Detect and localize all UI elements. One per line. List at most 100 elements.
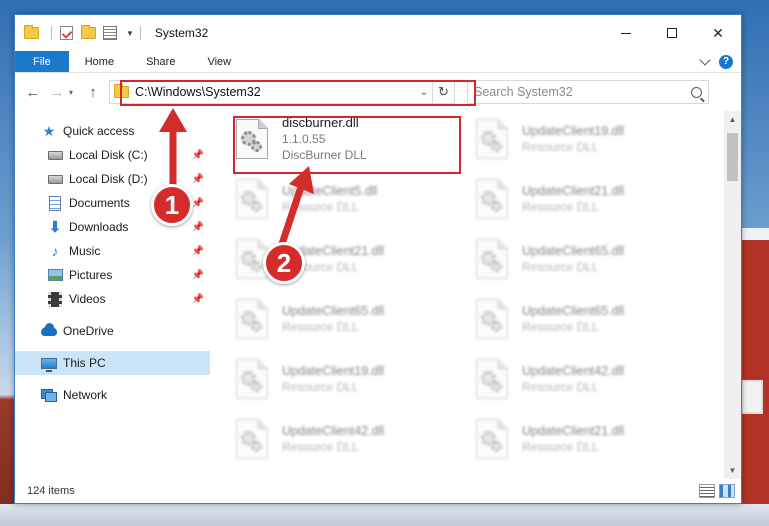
pin-icon[interactable]: 📌 <box>192 198 204 209</box>
sidebar-item-videos[interactable]: Videos 📌 <box>15 287 210 311</box>
refresh-button[interactable]: ↻ <box>432 81 454 103</box>
sidebar-item-label: This PC <box>63 356 106 370</box>
forward-button[interactable]: → <box>45 80 69 104</box>
scrollbar-thumb[interactable] <box>727 133 738 181</box>
file-grid: discburner.dll 1.1.0.55 DiscBurner DLL U… <box>232 115 741 463</box>
tab-file[interactable]: File <box>15 51 69 72</box>
address-dropdown-icon[interactable]: ⌄ <box>416 87 432 98</box>
explorer-window: ▼ System32 ✕ File Home Share View ? ← → … <box>14 14 742 504</box>
sidebar-item-onedrive[interactable]: OneDrive <box>15 319 210 343</box>
vertical-scrollbar[interactable]: ▲ ▼ <box>724 111 741 479</box>
file-item[interactable]: UpdateClient42.dll Resource DLL <box>232 415 472 463</box>
file-description: Resource DLL <box>522 380 599 394</box>
tab-home[interactable]: Home <box>69 51 130 72</box>
downloads-icon: ⬇ <box>48 219 62 236</box>
dll-file-icon <box>236 299 268 339</box>
up-button[interactable]: ↑ <box>81 80 105 104</box>
file-item[interactable]: UpdateClient19.dll Resource DLL <box>232 355 472 403</box>
videos-icon <box>47 291 63 307</box>
documents-icon <box>47 195 63 211</box>
star-icon: ★ <box>42 122 56 139</box>
address-path[interactable]: C:\Windows\System32 <box>135 85 261 99</box>
sidebar-item-label: Documents <box>69 196 130 210</box>
step-1-badge: 1 <box>151 184 193 226</box>
file-name: UpdateClient21.dll <box>522 424 625 438</box>
dll-file-icon <box>476 179 508 219</box>
help-icon[interactable]: ? <box>719 54 733 69</box>
address-bar[interactable]: C:\Windows\System32 ⌄ ↻ <box>109 80 455 104</box>
maximize-button[interactable] <box>649 15 695 51</box>
file-description: Resource DLL <box>282 320 359 334</box>
sidebar-item-network[interactable]: Network <box>15 383 210 407</box>
sidebar-item-this-pc[interactable]: This PC <box>15 351 210 375</box>
file-description: Resource DLL <box>522 320 599 334</box>
search-icon[interactable] <box>691 86 702 98</box>
pin-icon[interactable]: 📌 <box>192 174 204 185</box>
properties-icon[interactable] <box>102 25 118 41</box>
file-item[interactable]: UpdateClient19.dll Resource DLL <box>472 115 712 163</box>
pin-icon[interactable]: 📌 <box>192 150 204 161</box>
quick-access-separator <box>51 26 52 40</box>
file-item[interactable]: UpdateClient65.dll Resource DLL <box>472 235 712 283</box>
large-icons-view-icon[interactable] <box>719 484 735 498</box>
explorer-body: ★ Quick access Local Disk (C:) 📌 Local D… <box>15 111 741 479</box>
file-item[interactable]: UpdateClient5.dll Resource DLL <box>232 175 472 223</box>
address-folder-icon <box>114 84 129 98</box>
file-description: Resource DLL <box>522 260 599 274</box>
navigation-bar: ← → ▾ ↑ C:\Windows\System32 ⌄ ↻ <box>15 73 741 111</box>
close-button[interactable]: ✕ <box>695 15 741 51</box>
new-folder-icon[interactable] <box>80 25 96 41</box>
drive-icon <box>47 171 63 187</box>
tab-view[interactable]: View <box>191 51 247 72</box>
file-version: 1.1.0.55 <box>282 132 326 146</box>
customize-quick-access-dropdown-icon[interactable]: ▼ <box>126 29 134 38</box>
sidebar-item-label: Music <box>69 244 101 258</box>
expand-ribbon-chevron-icon[interactable] <box>699 53 711 66</box>
sidebar-item-music[interactable]: ♪ Music 📌 <box>15 239 210 263</box>
scroll-up-arrow-icon[interactable]: ▲ <box>724 111 741 128</box>
file-name: UpdateClient42.dll <box>282 424 385 438</box>
file-name: UpdateClient42.dll <box>522 364 625 378</box>
file-name: UpdateClient21.dll <box>522 184 625 198</box>
minimize-icon <box>621 32 631 34</box>
file-description: Resource DLL <box>522 440 599 454</box>
desktop-snow <box>0 504 769 526</box>
title-bar[interactable]: ▼ System32 ✕ <box>15 15 741 51</box>
status-bar: 124 items <box>15 479 741 503</box>
maximize-icon <box>667 28 677 38</box>
this-pc-icon <box>41 355 57 372</box>
file-item[interactable]: UpdateClient65.dll Resource DLL <box>472 295 712 343</box>
pin-icon[interactable]: 📌 <box>192 246 204 257</box>
file-item[interactable]: UpdateClient65.dll Resource DLL <box>232 295 472 343</box>
pin-icon[interactable]: 📌 <box>192 294 204 305</box>
sidebar-item-local-disk-c[interactable]: Local Disk (C:) 📌 <box>15 143 210 167</box>
file-name: UpdateClient65.dll <box>522 244 625 258</box>
scroll-down-arrow-icon[interactable]: ▼ <box>724 462 741 479</box>
sidebar-item-label: OneDrive <box>63 324 114 338</box>
recent-locations-dropdown-icon[interactable]: ▾ <box>69 88 81 97</box>
sidebar-item-quick-access[interactable]: ★ Quick access <box>15 119 210 143</box>
search-box[interactable] <box>467 80 709 104</box>
pin-icon[interactable]: 📌 <box>192 222 204 233</box>
sidebar-item-pictures[interactable]: Pictures 📌 <box>15 263 210 287</box>
sidebar-item-label: Local Disk (D:) <box>69 172 148 186</box>
details-view-icon[interactable] <box>699 484 715 498</box>
dll-file-icon <box>236 359 268 399</box>
file-item[interactable]: UpdateClient42.dll Resource DLL <box>472 355 712 403</box>
file-description: Resource DLL <box>522 200 599 214</box>
file-item[interactable]: UpdateClient21.dll Resource DLL <box>472 415 712 463</box>
tab-share[interactable]: Share <box>130 51 191 72</box>
file-description: Resource DLL <box>282 200 359 214</box>
file-name: UpdateClient19.dll <box>282 364 385 378</box>
dll-file-icon <box>476 359 508 399</box>
music-icon: ♪ <box>51 243 59 259</box>
minimize-button[interactable] <box>603 15 649 51</box>
file-item[interactable]: UpdateClient21.dll Resource DLL <box>472 175 712 223</box>
search-input[interactable] <box>474 85 691 99</box>
pin-icon[interactable]: 📌 <box>192 270 204 281</box>
back-button[interactable]: ← <box>21 80 45 104</box>
file-description: DiscBurner DLL <box>282 148 367 162</box>
properties-check-icon[interactable] <box>58 25 74 41</box>
file-item-discburner[interactable]: discburner.dll 1.1.0.55 DiscBurner DLL <box>232 115 472 163</box>
pictures-icon <box>47 267 63 283</box>
